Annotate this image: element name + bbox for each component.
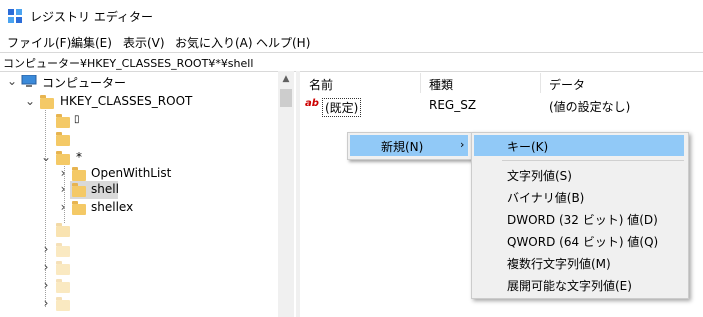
chevron-right-icon[interactable]: › (57, 200, 69, 214)
menu-item-dword-value[interactable]: DWORD (32 ビット) 値(D) (507, 211, 658, 228)
menu-item-expandable-string-value[interactable]: 展開可能な文字列値(E) (507, 277, 632, 294)
menu-item-new[interactable]: 新規(N) › (350, 135, 468, 156)
tree-node-item[interactable]: › (0, 295, 120, 313)
tree-node-item[interactable]: ▯ (0, 113, 270, 131)
folder-icon (56, 297, 70, 311)
chevron-right-icon: › (460, 138, 465, 151)
context-menu: 新規(N) › (347, 132, 473, 160)
chevron-right-icon[interactable]: › (57, 182, 69, 196)
tree-label-shellex: shellex (91, 200, 134, 214)
chevron-right-icon[interactable]: › (40, 242, 52, 256)
tree-node-item[interactable] (0, 131, 270, 149)
tree-pane: ⌄ コンピューター ⌄ HKEY_CLASSES_ROOT ▯ ⌄ * › Op… (0, 71, 293, 317)
tree-node-computer[interactable]: ⌄ コンピューター (0, 73, 270, 91)
column-header-type[interactable]: 種類 (429, 76, 453, 93)
new-submenu: キー(K) 文字列値(S) バイナリ値(B) DWORD (32 ビット) 値(… (471, 132, 689, 299)
menu-item-multi-string-value[interactable]: 複数行文字列値(M) (507, 255, 611, 272)
menu-view[interactable]: 表示(V) (123, 34, 165, 51)
tree-label-star: * (76, 150, 82, 164)
tree-scrollbar[interactable]: ▲ (278, 71, 294, 317)
folder-icon (72, 167, 86, 181)
tree-node-item[interactable] (40, 221, 160, 239)
window-title: レジストリ エディター (30, 10, 153, 24)
tree-label-openwithlist: OpenWithList (91, 166, 172, 180)
menu-item-binary-value[interactable]: バイナリ値(B) (507, 189, 584, 206)
menu-item-key[interactable] (474, 135, 684, 156)
chevron-right-icon[interactable]: › (40, 278, 52, 292)
folder-icon (72, 201, 86, 215)
menu-item-string-value[interactable]: 文字列値(S) (507, 167, 572, 184)
value-name: (既定) (322, 98, 362, 117)
chevron-right-icon[interactable]: › (40, 296, 52, 310)
tree-node-shellex[interactable]: › shellex (0, 199, 270, 217)
values-list-header: 名前 種類 データ (300, 71, 703, 93)
tree-node-item[interactable]: › (0, 241, 120, 259)
column-header-name[interactable]: 名前 (309, 76, 333, 93)
address-path[interactable]: コンピューター¥HKEY_CLASSES_ROOT¥*¥shell (3, 55, 253, 71)
menu-favorites[interactable]: お気に入り(A) (175, 34, 253, 51)
chevron-right-icon[interactable]: › (40, 260, 52, 274)
menu-item-new-label: 新規(N) (381, 140, 424, 154)
menu-item-qword-value[interactable]: QWORD (64 ビット) 値(Q) (507, 233, 658, 250)
scroll-up-arrow-icon[interactable]: ▲ (278, 71, 294, 87)
tree-node-item[interactable]: › (0, 259, 120, 277)
tree-node-hkcr[interactable]: ⌄ HKEY_CLASSES_ROOT (0, 93, 270, 111)
chevron-right-icon[interactable]: › (57, 166, 69, 180)
scroll-thumb[interactable] (280, 89, 292, 107)
folder-icon (56, 223, 70, 237)
tree-label-hkcr: HKEY_CLASSES_ROOT (60, 94, 193, 108)
menu-edit[interactable]: 編集(E) (71, 34, 112, 51)
folder-icon (56, 151, 70, 165)
folder-icon (72, 183, 86, 197)
menu-help[interactable]: ヘルプ(H) (256, 34, 310, 51)
tree-node-item[interactable]: › (0, 277, 120, 295)
menu-item-key-label[interactable]: キー(K) (507, 138, 548, 155)
value-type: REG_SZ (429, 98, 477, 112)
regedit-icon (8, 9, 22, 23)
tree-node-shell[interactable]: › shell (0, 181, 270, 199)
folder-icon (56, 243, 70, 257)
column-divider[interactable] (540, 73, 541, 93)
menu-separator (502, 160, 684, 161)
column-divider[interactable] (420, 73, 421, 93)
folder-icon (56, 132, 70, 146)
folder-icon (56, 261, 70, 275)
folder-icon (40, 95, 54, 109)
menu-bar: ファイル(F) 編集(E) 表示(V) お気に入り(A) ヘルプ(H) (0, 32, 703, 52)
value-data: (値の設定なし) (549, 100, 631, 114)
folder-icon (56, 279, 70, 293)
column-header-data[interactable]: データ (549, 76, 585, 93)
address-bar[interactable]: コンピューター¥HKEY_CLASSES_ROOT¥*¥shell (0, 52, 703, 72)
chevron-down-icon[interactable]: ⌄ (40, 150, 52, 164)
title-bar: レジストリ エディター (0, 0, 703, 32)
chevron-down-icon[interactable]: ⌄ (24, 94, 36, 108)
tree-label-unknown: ▯ (74, 114, 80, 125)
menu-file[interactable]: ファイル(F) (7, 34, 71, 51)
folder-icon (56, 114, 70, 128)
chevron-down-icon[interactable]: ⌄ (6, 74, 18, 88)
computer-icon (21, 75, 37, 87)
tree-label-shell: shell (91, 182, 119, 196)
table-row[interactable]: (既定) REG_SZ (値の設定なし) (300, 96, 703, 117)
tree-label-computer: コンピューター (42, 76, 127, 90)
